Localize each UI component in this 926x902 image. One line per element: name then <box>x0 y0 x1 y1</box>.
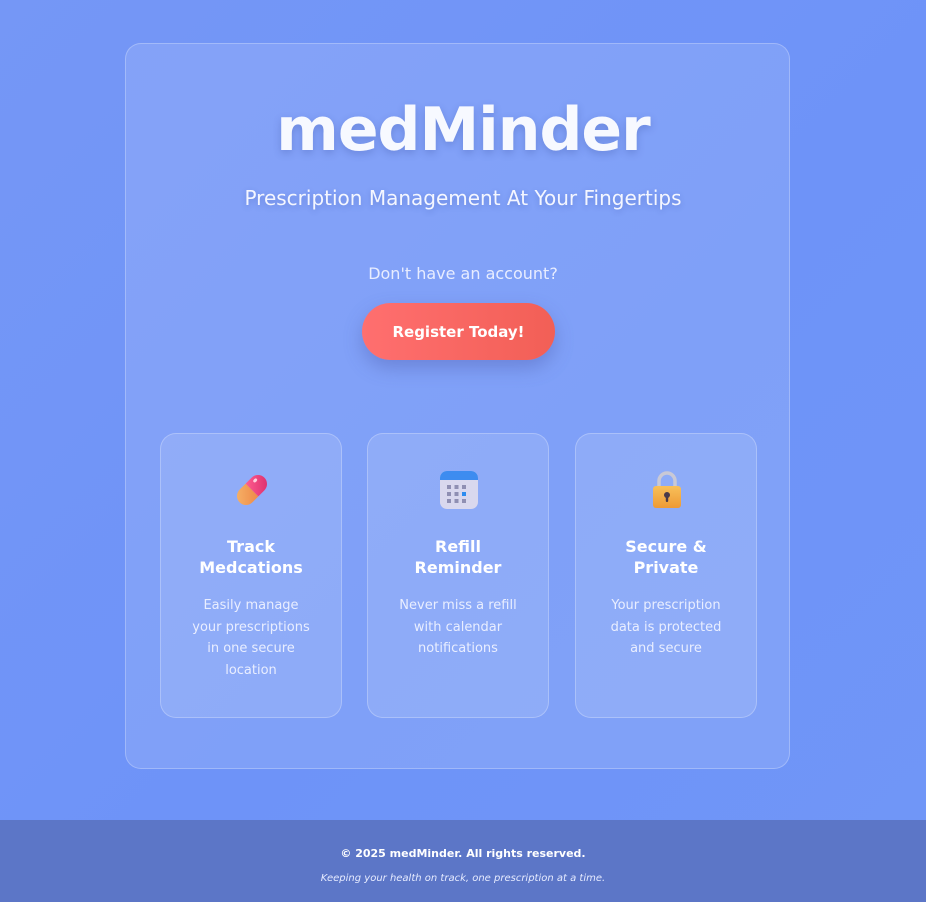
tagline: Prescription Management At Your Fingerti… <box>244 186 682 210</box>
register-button[interactable]: Register Today! <box>362 303 555 360</box>
feature-title: Refill Reminder <box>414 537 502 577</box>
feature-description: Easily manage your prescriptions in one … <box>192 598 310 678</box>
app-title: medMinder <box>276 95 650 165</box>
copyright-text: © 2025 medMinder. All rights reserved. <box>340 847 586 860</box>
account-prompt: Don't have an account? <box>368 264 558 283</box>
feature-description: Never miss a refill with calendar notifi… <box>399 598 517 656</box>
feature-title: Track Medcations <box>199 537 303 577</box>
feature-card-secure-private: Secure & Private Your prescription data … <box>575 433 757 718</box>
calendar-icon <box>438 469 480 511</box>
feature-description: Your prescription data is protected and … <box>610 598 722 656</box>
footer-motto: Keeping your health on track, one prescr… <box>320 873 606 884</box>
feature-title: Secure & Private <box>625 537 707 577</box>
footer: © 2025 medMinder. All rights reserved. K… <box>0 820 926 902</box>
pill-icon <box>231 469 273 511</box>
lock-icon <box>646 469 688 511</box>
feature-card-refill-reminder: Refill Reminder Never miss a refill with… <box>367 433 549 718</box>
feature-card-track-medications: Track Medcations Easily manage your pres… <box>160 433 342 718</box>
